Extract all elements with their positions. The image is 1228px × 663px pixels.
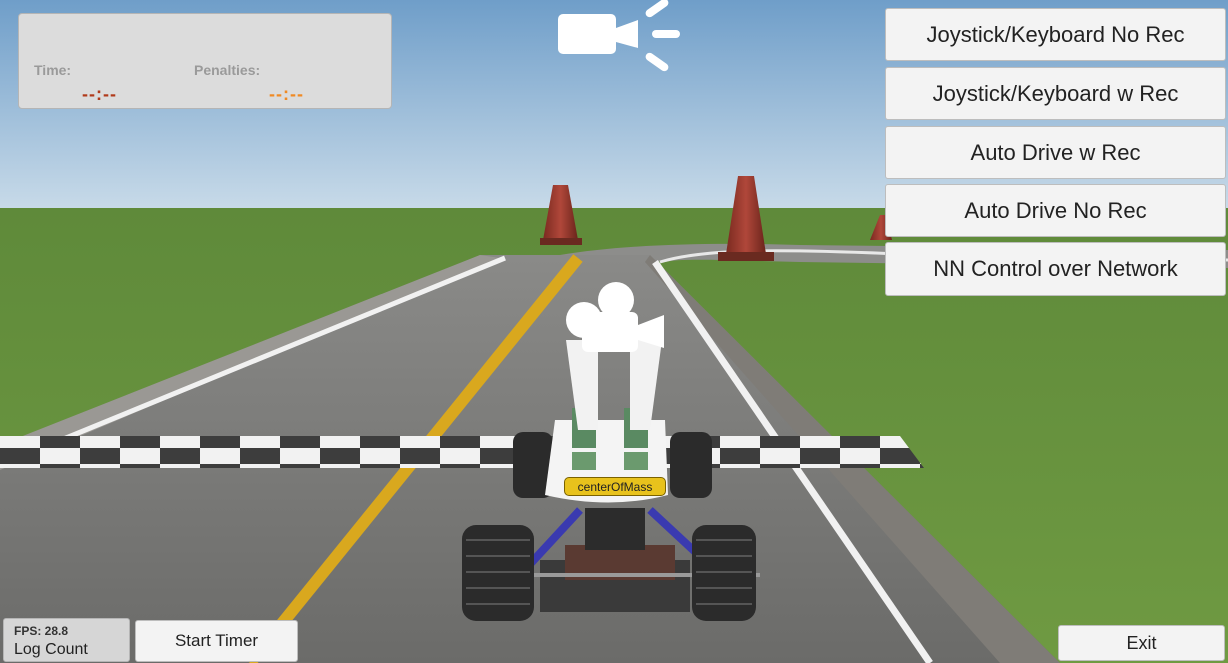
auto-drive-no-rec-button[interactable]: Auto Drive No Rec xyxy=(885,184,1226,237)
joystick-keyboard-w-rec-button[interactable]: Joystick/Keyboard w Rec xyxy=(885,67,1226,120)
stats-panel: FPS: 28.8 Log Count xyxy=(3,618,130,662)
center-of-mass-label: centerOfMass xyxy=(564,477,666,496)
joystick-keyboard-no-rec-button[interactable]: Joystick/Keyboard No Rec xyxy=(885,8,1226,61)
penalties-value: --:-- xyxy=(269,84,304,104)
exit-button[interactable]: Exit xyxy=(1058,625,1225,661)
button-label: Joystick/Keyboard No Rec xyxy=(926,21,1185,47)
button-label: Auto Drive w Rec xyxy=(970,139,1141,165)
start-timer-button[interactable]: Start Timer xyxy=(135,620,298,662)
log-count-label: Log Count xyxy=(14,641,88,658)
button-label: Auto Drive No Rec xyxy=(964,197,1147,223)
button-label: Exit xyxy=(1126,632,1157,653)
center-of-mass-text: centerOfMass xyxy=(577,479,653,494)
time-value: --:-- xyxy=(82,84,117,104)
time-label: Time: xyxy=(34,62,72,78)
button-label: Start Timer xyxy=(174,631,259,650)
penalties-label: Penalties: xyxy=(194,62,261,78)
button-label: NN Control over Network xyxy=(933,256,1178,281)
button-label: Joystick/Keyboard w Rec xyxy=(932,80,1179,106)
start-line xyxy=(0,436,924,468)
auto-drive-w-rec-button[interactable]: Auto Drive w Rec xyxy=(885,126,1226,179)
nn-control-over-network-button[interactable]: NN Control over Network xyxy=(885,242,1226,296)
fps-label: FPS: 28.8 xyxy=(14,624,69,638)
hud-panel: Time: --:-- Penalties: --:-- xyxy=(18,13,392,109)
